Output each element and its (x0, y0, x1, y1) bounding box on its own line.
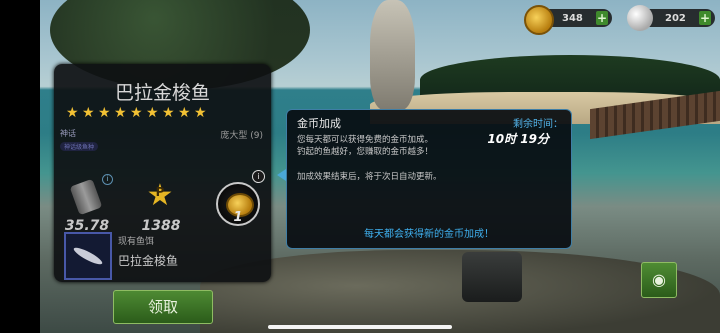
star-icon: ★ (82, 105, 95, 121)
points-letter: P (155, 185, 165, 199)
size-class-label: 庞大型 (9) (220, 131, 263, 141)
bait-label: 现有鱼饵 (118, 237, 155, 247)
tooltip-footer: 每天都会获得新的金币加成！ (364, 229, 494, 240)
weight-stat: i 35.78 (60, 174, 114, 234)
pearl-currency: 202 + (627, 5, 715, 31)
coin-bonus-count: 1 (233, 210, 243, 225)
star-icon: ★ (66, 105, 79, 121)
star-icon: ★ (114, 105, 127, 121)
gold-coin-icon (524, 5, 554, 35)
points-value: 1388 (141, 218, 181, 234)
add-pearls-button[interactable]: + (699, 11, 711, 25)
camera-icon: ◉ (652, 270, 666, 289)
star-icon: ★ (194, 105, 207, 121)
weight-icon (69, 178, 103, 216)
star-rating: ★ ★ ★ ★ ★ ★ ★ ★ ★ (66, 106, 208, 120)
remaining-time-value: 10时 19分 (487, 132, 549, 146)
coin-info-icon[interactable]: i (252, 170, 265, 183)
tooltip-title: 金币加成 (297, 117, 341, 130)
screen-edge (0, 0, 40, 333)
bait-fish-icon (71, 244, 105, 268)
remaining-time-label: 剩余时间： (513, 119, 563, 130)
gold-currency: 348 + (524, 5, 612, 35)
star-icon: ★ (98, 105, 111, 121)
star-icon: ★ (178, 105, 191, 121)
leaping-fish (370, 0, 415, 110)
tooltip-note: 加成效果结束后，将于次日自动更新。 (297, 172, 442, 182)
treasure-chest (462, 252, 522, 302)
rarity-badge: 神话级鱼种 (60, 142, 99, 151)
camera-button[interactable]: ◉ (641, 262, 677, 298)
star-icon: ★ (162, 105, 175, 121)
bait-name: 巴拉金梭鱼 (118, 254, 179, 268)
add-gold-button[interactable]: + (596, 11, 608, 25)
tooltip-description: 您每天都可以获得免费的金币加成。 钓起的鱼越好，您赚取的金币越多！ (297, 135, 434, 157)
rarity-label: 神话 (60, 129, 76, 138)
coin-bonus-tooltip: 金币加成 您每天都可以获得免费的金币加成。 钓起的鱼越好，您赚取的金币越多！ 剩… (286, 109, 572, 249)
pearl-icon (627, 5, 653, 31)
tooltip-arrow (277, 169, 286, 181)
fish-name-title: 巴拉金梭鱼 (114, 82, 210, 104)
gold-value: 348 (562, 12, 583, 24)
bait-thumbnail[interactable] (64, 232, 112, 280)
claim-button[interactable]: 领取 (113, 290, 213, 324)
points-stat: ★ P 1388 (134, 181, 188, 235)
star-icon: ★ (146, 105, 159, 121)
star-icon: ★ (130, 105, 143, 121)
weight-info-icon[interactable]: i (102, 174, 113, 185)
fish-info-panel: 巴拉金梭鱼 ★ ★ ★ ★ ★ ★ ★ ★ ★ 神话 神话级鱼种 庞大型 (9)… (54, 64, 271, 282)
home-indicator[interactable] (268, 325, 452, 329)
pearl-value: 202 (665, 12, 686, 24)
